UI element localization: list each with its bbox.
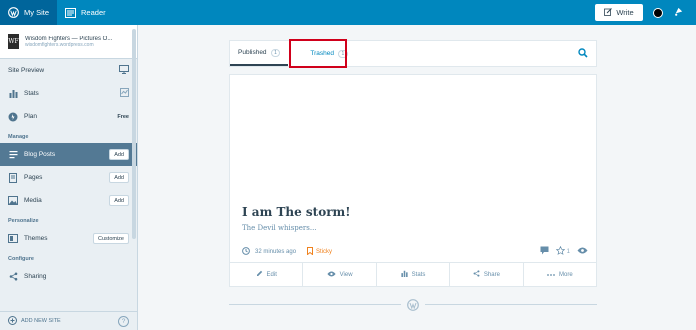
view-button[interactable]: View — [303, 263, 377, 286]
sidebar-item-label: Plan — [24, 113, 38, 120]
view-label: View — [339, 271, 353, 278]
sidebar-item-pages[interactable]: Pages Add — [0, 166, 137, 189]
masterbar: My Site Reader Write — [0, 0, 696, 25]
add-new-site-label: ADD NEW SITE — [21, 318, 61, 324]
add-page-button[interactable]: Add — [109, 172, 129, 183]
posts-icon — [8, 150, 18, 160]
customize-button[interactable]: Customize — [93, 233, 129, 244]
wordpress-logo-icon — [407, 298, 419, 311]
plan-value: Free — [117, 113, 129, 120]
add-new-site-button[interactable]: ADD NEW SITE — [8, 315, 61, 327]
stats-button[interactable]: Stats — [377, 263, 451, 286]
like-button[interactable]: 1 — [555, 245, 570, 257]
reader-button[interactable]: Reader — [57, 0, 114, 25]
my-site-label: My Site — [24, 8, 50, 17]
share-icon — [8, 272, 18, 282]
wordpress-plus-icon — [8, 315, 17, 327]
more-button[interactable]: More — [524, 263, 596, 286]
avatar[interactable] — [653, 7, 663, 18]
sticky-label: Sticky — [316, 249, 333, 255]
personalize-heading: Personalize — [8, 218, 39, 224]
share-label: Share — [483, 271, 500, 278]
sidebar-item-themes[interactable]: Themes Customize — [0, 227, 137, 250]
write-button[interactable]: Write — [595, 4, 643, 21]
add-media-button[interactable]: Add — [109, 195, 129, 206]
highlight-box — [289, 39, 347, 68]
edit-label: Edit — [266, 271, 277, 278]
sparkline-icon — [120, 88, 129, 99]
like-count: 1 — [566, 248, 570, 255]
post-time[interactable]: 32 minutes ago — [255, 249, 296, 255]
sidebar-scrollbar[interactable] — [132, 29, 136, 239]
clock-icon — [242, 247, 250, 257]
post-stats: 1 — [540, 245, 588, 257]
bookmark-icon — [307, 247, 314, 257]
pencil-icon — [256, 270, 263, 279]
post-meta: 32 minutes ago Sticky — [242, 247, 332, 257]
tab-published[interactable]: Published 1 — [230, 41, 289, 66]
sidebar-footer: ADD NEW SITE ? — [0, 311, 137, 330]
post-title[interactable]: I am The storm! — [242, 205, 351, 219]
reader-label: Reader — [81, 8, 106, 17]
sidebar-item-site-preview[interactable]: Site Preview — [0, 59, 137, 82]
sticky-badge: Sticky — [307, 247, 332, 257]
eye-icon[interactable] — [577, 247, 588, 256]
divider — [229, 304, 401, 305]
site-url: wisdomfighters.wordpress.com — [25, 41, 94, 48]
monitor-icon — [119, 65, 129, 76]
star-icon — [555, 245, 565, 257]
stats-icon — [8, 89, 18, 99]
plan-icon — [8, 112, 18, 122]
sidebar-item-label: Themes — [24, 235, 48, 242]
tab-count: 1 — [270, 48, 281, 57]
write-label: Write — [616, 8, 634, 17]
media-icon — [8, 196, 18, 206]
search-icon — [578, 45, 588, 63]
post-card: I am The storm! The Devil whispers... 32… — [229, 74, 597, 287]
site-logo: WF — [8, 34, 19, 49]
notifications-bell-icon[interactable] — [673, 4, 684, 22]
sidebar-item-label: Blog Posts — [24, 151, 56, 158]
eye-icon — [327, 271, 336, 279]
edit-button[interactable]: Edit — [230, 263, 304, 286]
my-site-button[interactable]: My Site — [0, 0, 58, 25]
manage-heading: Manage — [8, 134, 29, 140]
wordpress-logo-icon — [8, 7, 19, 18]
sidebar-item-sharing[interactable]: Sharing — [0, 265, 137, 288]
pages-icon — [8, 172, 18, 183]
sidebar-item-media[interactable]: Media Add — [0, 189, 137, 212]
search-button[interactable] — [578, 41, 596, 66]
configure-heading: Configure — [8, 256, 34, 262]
more-label: More — [558, 271, 573, 278]
stats-label: Stats — [411, 271, 426, 278]
sidebar-item-stats[interactable]: Stats — [0, 82, 137, 105]
comment-icon[interactable] — [540, 246, 549, 257]
sidebar-item-label: Site Preview — [8, 67, 45, 74]
help-icon[interactable]: ? — [118, 315, 129, 327]
share-button[interactable]: Share — [450, 263, 524, 286]
themes-icon — [8, 234, 18, 244]
site-card[interactable]: WF Wisdom Fighters — Pictures O... wisdo… — [0, 25, 137, 59]
divider — [425, 304, 597, 305]
tab-label: Published — [238, 49, 267, 56]
pencil-icon — [604, 7, 613, 18]
sidebar-item-label: Sharing — [24, 273, 47, 280]
share-icon — [473, 270, 480, 279]
sidebar-item-label: Stats — [24, 90, 39, 97]
post-featured-image — [230, 75, 596, 197]
sidebar-item-plan[interactable]: Plan Free — [0, 105, 137, 128]
stats-icon — [401, 270, 408, 279]
sidebar: WF Wisdom Fighters — Pictures O... wisdo… — [0, 25, 138, 330]
post-excerpt: The Devil whispers... — [242, 224, 317, 232]
reader-icon — [65, 7, 77, 18]
sidebar-item-label: Media — [24, 197, 42, 204]
add-post-button[interactable]: Add — [109, 149, 129, 160]
post-status-tabs: Published 1 Trashed 1 — [229, 40, 597, 67]
sidebar-item-blog-posts[interactable]: Blog Posts Add — [0, 143, 137, 166]
sidebar-item-label: Pages — [24, 174, 43, 181]
post-actions: Edit View Stats Share More — [230, 262, 596, 286]
ellipsis-icon — [547, 272, 555, 278]
